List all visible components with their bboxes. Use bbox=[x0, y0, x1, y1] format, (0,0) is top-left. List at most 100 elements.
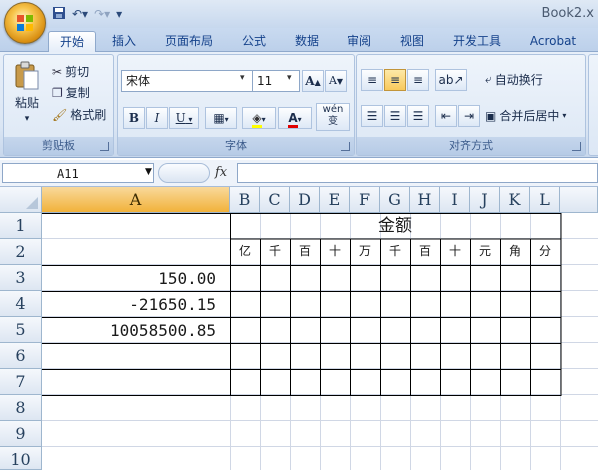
align-left-button[interactable]: ☰ bbox=[361, 105, 383, 127]
row-header-1[interactable]: 1 bbox=[0, 213, 42, 239]
format-painter-label: 格式刷 bbox=[70, 108, 107, 122]
tab-view[interactable]: 视图 bbox=[390, 31, 434, 51]
office-button[interactable] bbox=[4, 2, 46, 44]
amount-cell-a5[interactable]: 10058500.85 bbox=[42, 317, 230, 343]
row-header-9[interactable]: 9 bbox=[0, 421, 42, 447]
underline-label: U bbox=[175, 111, 186, 125]
row-header-4[interactable]: 4 bbox=[0, 291, 42, 317]
font-size-select[interactable]: 11 bbox=[252, 70, 300, 92]
wrap-text-button[interactable]: ⤶ 自动换行 bbox=[485, 71, 543, 88]
row-header-6[interactable]: 6 bbox=[0, 343, 42, 369]
bold-button[interactable]: B bbox=[123, 107, 145, 129]
decrease-indent-button[interactable]: ⇤ bbox=[435, 105, 457, 127]
column-header-a[interactable]: A bbox=[42, 187, 230, 213]
orientation-button[interactable]: ab↗ bbox=[435, 69, 467, 91]
tab-acrobat[interactable]: Acrobat bbox=[521, 31, 585, 51]
paste-button[interactable]: 粘贴 ▾ bbox=[10, 61, 44, 124]
formula-splitter[interactable] bbox=[158, 163, 210, 183]
unit-cell[interactable]: 亿 bbox=[230, 239, 260, 265]
column-header-b[interactable]: B bbox=[230, 187, 260, 213]
unit-cell[interactable]: 角 bbox=[500, 239, 530, 265]
column-header-k[interactable]: K bbox=[500, 187, 530, 213]
unit-cell[interactable]: 十 bbox=[440, 239, 470, 265]
fill-color-button[interactable]: ◈▾ bbox=[242, 107, 276, 129]
underline-button[interactable]: U ▾ bbox=[169, 107, 199, 129]
unit-cell[interactable]: 千 bbox=[260, 239, 290, 265]
clipboard-group: 粘贴 ▾ ✂ 剪切 ❐ 复制 🖌 格式刷 剪贴板 bbox=[3, 54, 114, 156]
fill-dropdown-icon: ▾ bbox=[261, 115, 266, 124]
merge-center-button[interactable]: ▣ 合并后居中 ▾ bbox=[485, 107, 566, 124]
alignment-launcher-icon[interactable] bbox=[572, 142, 581, 151]
font-color-button[interactable]: A▾ bbox=[278, 107, 312, 129]
row-header-8[interactable]: 8 bbox=[0, 395, 42, 421]
unit-cell[interactable]: 万 bbox=[350, 239, 380, 265]
font-name-select[interactable]: 宋体 bbox=[121, 70, 253, 92]
unit-cell[interactable]: 百 bbox=[410, 239, 440, 265]
undo-icon[interactable]: ↶▾ bbox=[70, 6, 90, 22]
format-painter-button[interactable]: 🖌 格式刷 bbox=[52, 106, 106, 123]
insert-function-icon[interactable]: fx bbox=[215, 165, 227, 180]
amount-cell-a4[interactable]: -21650.15 bbox=[42, 291, 230, 317]
font-launcher-icon[interactable] bbox=[341, 142, 350, 151]
column-header-h[interactable]: H bbox=[410, 187, 440, 213]
formula-bar: A11 ▼ fx bbox=[0, 160, 598, 187]
font-size-dropdown-icon[interactable]: ▾ bbox=[287, 73, 292, 83]
row-header-3[interactable]: 3 bbox=[0, 265, 42, 291]
borders-button[interactable]: ▦▾ bbox=[205, 107, 237, 129]
unit-cell[interactable]: 十 bbox=[320, 239, 350, 265]
shrink-font-label: A bbox=[328, 74, 337, 87]
increase-indent-button[interactable]: ⇥ bbox=[458, 105, 480, 127]
font-name-dropdown-icon[interactable]: ▾ bbox=[240, 73, 245, 83]
column-header-j[interactable]: J bbox=[470, 187, 500, 213]
name-box[interactable]: A11 bbox=[2, 163, 154, 183]
row-header-10[interactable]: 10 bbox=[0, 447, 42, 470]
merge-center-icon: ▣ bbox=[485, 108, 497, 123]
select-all-button[interactable] bbox=[0, 187, 42, 213]
cut-button[interactable]: ✂ 剪切 bbox=[52, 63, 89, 80]
grow-font-button[interactable]: A▲ bbox=[302, 70, 324, 92]
copy-label: 复制 bbox=[65, 86, 90, 100]
tab-review[interactable]: 审阅 bbox=[337, 31, 381, 51]
align-center-button[interactable]: ☰ bbox=[384, 105, 406, 127]
column-header-m-partial[interactable] bbox=[560, 187, 598, 213]
formula-input[interactable] bbox=[237, 163, 598, 183]
row-header-7[interactable]: 7 bbox=[0, 369, 42, 395]
unit-cell[interactable]: 元 bbox=[470, 239, 500, 265]
column-header-c[interactable]: C bbox=[260, 187, 290, 213]
italic-button[interactable]: I bbox=[146, 107, 168, 129]
unit-cell[interactable]: 百 bbox=[290, 239, 320, 265]
align-right-button[interactable]: ☰ bbox=[407, 105, 429, 127]
tab-data[interactable]: 数据 bbox=[285, 31, 329, 51]
tab-page-layout[interactable]: 页面布局 bbox=[157, 31, 221, 51]
paste-icon bbox=[15, 61, 39, 90]
unit-cell[interactable]: 千 bbox=[380, 239, 410, 265]
name-box-dropdown-icon[interactable]: ▼ bbox=[145, 167, 152, 177]
tab-home[interactable]: 开始 bbox=[48, 31, 96, 53]
row-header-5[interactable]: 5 bbox=[0, 317, 42, 343]
save-icon[interactable] bbox=[50, 6, 68, 22]
tab-insert[interactable]: 插入 bbox=[103, 31, 145, 51]
font-color-dropdown-icon: ▾ bbox=[297, 115, 302, 124]
align-top-button[interactable]: ≡ bbox=[361, 69, 383, 91]
column-header-d[interactable]: D bbox=[290, 187, 320, 213]
row-header-2[interactable]: 2 bbox=[0, 239, 42, 265]
alignment-group-label: 对齐方式 bbox=[357, 137, 585, 155]
merged-header-cell[interactable]: 金额 bbox=[230, 213, 560, 239]
clipboard-launcher-icon[interactable] bbox=[100, 142, 109, 151]
phonetic-button[interactable]: wén 变 bbox=[316, 103, 350, 131]
tab-developer[interactable]: 开发工具 bbox=[444, 31, 510, 51]
column-header-l[interactable]: L bbox=[530, 187, 560, 213]
redo-icon[interactable]: ↷▾ bbox=[92, 6, 112, 22]
copy-button[interactable]: ❐ 复制 bbox=[52, 84, 90, 101]
column-header-e[interactable]: E bbox=[320, 187, 350, 213]
column-header-i[interactable]: I bbox=[440, 187, 470, 213]
align-middle-button[interactable]: ≡ bbox=[384, 69, 406, 91]
customize-icon[interactable]: ▾ bbox=[114, 6, 124, 22]
align-bottom-button[interactable]: ≡ bbox=[407, 69, 429, 91]
unit-cell[interactable]: 分 bbox=[530, 239, 560, 265]
column-header-f[interactable]: F bbox=[350, 187, 380, 213]
shrink-font-button[interactable]: A▼ bbox=[325, 70, 347, 92]
column-header-g[interactable]: G bbox=[380, 187, 410, 213]
tab-formulas[interactable]: 公式 bbox=[232, 31, 276, 51]
amount-cell-a3[interactable]: 150.00 bbox=[42, 265, 230, 291]
